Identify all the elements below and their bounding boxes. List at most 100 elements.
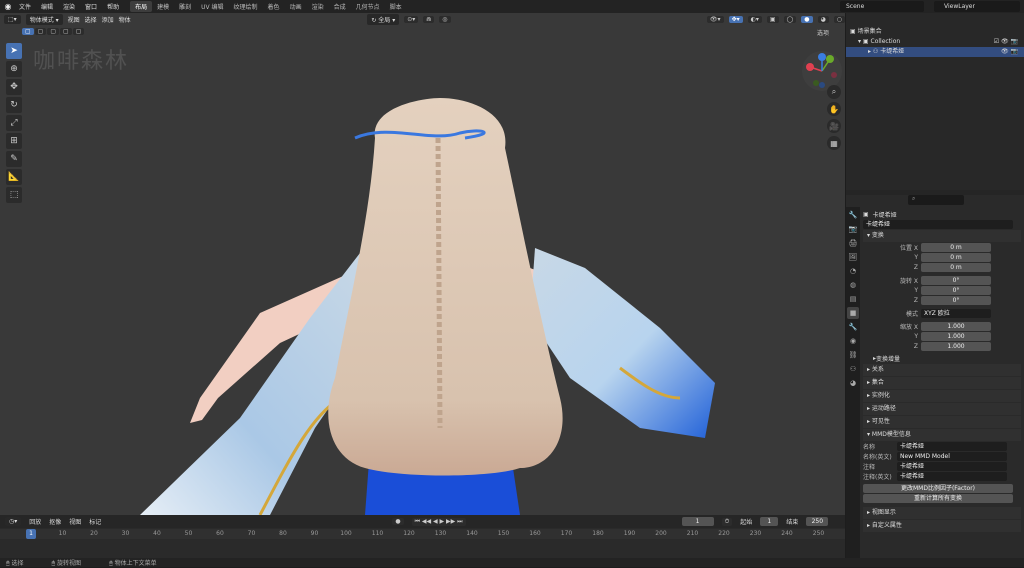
shading-wireframe-icon[interactable]: ◯ — [783, 15, 797, 23]
viewport-options[interactable]: 选项 — [817, 28, 829, 37]
3d-viewport[interactable]: ⬚▾ 物体模式 ▾ 视图 选择 添加 物体 ↻ 全局 ▾ ⊙▾ ⋒ ◎ 👁▾ ✥… — [0, 13, 845, 515]
collections-panel-header[interactable]: ▸ 集合 — [863, 377, 1021, 389]
tab-sculpting[interactable]: 雕刻 — [174, 1, 196, 12]
outliner-scene-collection[interactable]: ▣ 场景集合 — [846, 27, 1024, 37]
annotate-tool-icon[interactable]: ✎ — [6, 151, 22, 167]
outliner-collection[interactable]: ▾ ▣ Collection ☑ 👁 📷 — [846, 37, 1024, 47]
measure-tool-icon[interactable]: 📐 — [6, 169, 22, 185]
pivot-icon[interactable]: ⊙▾ — [404, 15, 419, 23]
playhead[interactable]: 1 — [26, 529, 36, 539]
proportional-edit-icon[interactable]: ◎ — [439, 15, 451, 23]
start-frame-field[interactable]: 1 — [760, 517, 779, 526]
location-y-field[interactable]: 0 m — [921, 252, 991, 262]
object-name-field[interactable]: 卡缇希娅 — [863, 219, 1013, 229]
scale-x-field[interactable]: 1.000 — [921, 321, 991, 331]
tab-uv-editing[interactable]: UV 编辑 — [196, 1, 228, 12]
mmd-name-field[interactable]: 卡缇希娅 — [897, 441, 1007, 451]
mmd-change-factor-button[interactable]: 更改MMD比例因子(Factor) — [863, 483, 1013, 493]
shading-material-icon[interactable]: ◕ — [817, 15, 829, 23]
visibility-icon[interactable]: 👁▾ — [706, 15, 724, 23]
timeline-menu-playback[interactable]: 回放 — [29, 517, 41, 526]
shading-solid-icon[interactable]: ● — [801, 15, 813, 23]
transform-panel-header[interactable]: ▾ 变换 — [863, 230, 1021, 242]
timeline-ruler[interactable]: 1 10 20 30 40 50 60 70 80 90 100 110 120 130 140 150 160… — [0, 529, 845, 539]
timeline-menu-marker[interactable]: 标记 — [89, 517, 101, 526]
select-box-tool-icon[interactable]: ➤ — [6, 43, 22, 59]
tool-tab-icon[interactable]: 🔧 — [847, 209, 859, 221]
location-z-field[interactable]: 0 m — [921, 262, 991, 272]
add-cube-tool-icon[interactable]: ⬚ — [6, 187, 22, 203]
tab-texture-paint[interactable]: 纹理绘制 — [229, 1, 263, 12]
mode-dropdown[interactable]: 物体模式 ▾ — [25, 13, 63, 25]
rotation-z-field[interactable]: 0° — [921, 295, 991, 305]
transform-orientation-dropdown[interactable]: ↻ 全局 ▾ — [367, 13, 400, 25]
location-x-field[interactable]: 0 m — [921, 242, 991, 252]
view-layer-tab-icon[interactable]: 🖼 — [847, 251, 859, 263]
tab-layout[interactable]: 布局 — [130, 1, 153, 12]
modifier-tab-icon[interactable]: 🔧 — [847, 321, 859, 333]
menu-help[interactable]: 帮助 — [102, 2, 124, 11]
xray-icon[interactable]: ▣ — [766, 15, 779, 23]
preview-range-icon[interactable]: ⏱ — [721, 517, 733, 526]
end-frame-field[interactable]: 250 — [806, 517, 829, 526]
tab-scripting[interactable]: 脚本 — [385, 1, 407, 12]
menu-window[interactable]: 窗口 — [80, 2, 102, 11]
menu-view[interactable]: 视图 — [68, 15, 80, 24]
timeline-menu-keying[interactable]: 抠像 — [49, 517, 61, 526]
relations-panel-header[interactable]: ▸ 关系 — [863, 364, 1021, 376]
current-frame-field[interactable]: 1 — [681, 517, 714, 526]
pan-hand-icon[interactable]: ✋ — [827, 102, 841, 116]
menu-edit[interactable]: 编辑 — [36, 2, 58, 11]
properties-search-input[interactable]: ⌕ — [908, 195, 964, 205]
blender-logo-icon[interactable]: ◉ — [2, 2, 14, 11]
zoom-icon[interactable]: ⌕ — [827, 85, 841, 99]
scale-z-field[interactable]: 1.000 — [921, 341, 991, 351]
view-layer-selector[interactable]: ViewLayer — [934, 1, 1020, 12]
menu-add[interactable]: 添加 — [102, 15, 114, 24]
camera-icon[interactable]: 🎥 — [827, 119, 841, 133]
select-invert-icon[interactable]: ▢ — [60, 28, 72, 35]
tab-geometry-nodes[interactable]: 几何节点 — [351, 1, 385, 12]
editor-type-dropdown[interactable]: ⬚▾ — [4, 14, 21, 24]
delta-transform-subpanel[interactable]: ▸ 变换增量 — [863, 353, 1021, 363]
output-tab-icon[interactable]: 🖨 — [847, 237, 859, 249]
menu-render[interactable]: 渲染 — [58, 2, 80, 11]
gizmo-icon[interactable]: ✥▾ — [728, 15, 743, 23]
tab-modeling[interactable]: 建模 — [152, 1, 174, 12]
record-icon[interactable]: ● — [392, 518, 404, 525]
data-tab-icon[interactable]: ⚇ — [847, 363, 859, 375]
tab-animation[interactable]: 动画 — [285, 1, 307, 12]
material-tab-icon[interactable]: ◕ — [847, 377, 859, 389]
transform-tool-icon[interactable]: ⊞ — [6, 133, 22, 149]
snap-icon[interactable]: ⋒ — [423, 15, 435, 23]
instancing-panel-header[interactable]: ▸ 实例化 — [863, 390, 1021, 402]
move-tool-icon[interactable]: ✥ — [6, 79, 22, 95]
render-tab-icon[interactable]: 📷 — [847, 223, 859, 235]
menu-select[interactable]: 选择 — [85, 15, 97, 24]
object-data-row[interactable]: 卡缇希娅 — [863, 219, 1021, 229]
collection-tab-icon[interactable]: ▤ — [847, 293, 859, 305]
rotate-tool-icon[interactable]: ↻ — [6, 97, 22, 113]
scale-y-field[interactable]: 1.000 — [921, 331, 991, 341]
tab-compositing[interactable]: 合成 — [329, 1, 351, 12]
cursor-tool-icon[interactable]: ⊕ — [6, 61, 22, 77]
tab-shading[interactable]: 着色 — [263, 1, 285, 12]
overlay-icon[interactable]: ◐▾ — [747, 15, 762, 23]
mmd-comment-e-field[interactable]: 卡缇希娅 — [897, 471, 1007, 481]
select-subtract-icon[interactable]: ▢ — [47, 28, 60, 35]
scene-tab-icon[interactable]: ◔ — [847, 265, 859, 277]
custom-properties-panel-header[interactable]: ▸ 自定义属性 — [863, 520, 1021, 532]
shading-rendered-icon[interactable]: ○ — [833, 15, 845, 23]
playback-controls-icon[interactable]: ⏮ ◀◀ ◀ ▶ ▶▶ ⏭ — [411, 517, 466, 526]
visibility-toggle-icon[interactable]: ☑ 👁 📷 — [994, 37, 1024, 47]
ortho-grid-icon[interactable]: ▦ — [827, 136, 841, 150]
select-new-icon[interactable]: ▢ — [22, 28, 34, 35]
object-tab-icon[interactable]: ■ — [847, 307, 859, 319]
visibility-panel-header[interactable]: ▸ 可见性 — [863, 416, 1021, 428]
scale-tool-icon[interactable]: ⤢ — [6, 115, 22, 131]
world-tab-icon[interactable]: ◍ — [847, 279, 859, 291]
timeline-editor-type-icon[interactable]: ◷▾ — [5, 517, 22, 526]
viewport-display-panel-header[interactable]: ▸ 视图显示 — [863, 507, 1021, 519]
menu-file[interactable]: 文件 — [14, 2, 36, 11]
select-extend-icon[interactable]: ▢ — [34, 28, 47, 35]
